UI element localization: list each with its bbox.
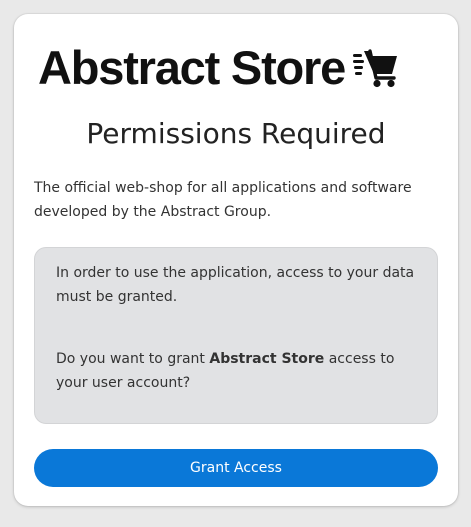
brand-logo: Abstract Store (38, 42, 399, 94)
brand-name: Abstract Store (38, 41, 346, 94)
notice-app-name: Abstract Store (209, 351, 325, 367)
grant-access-button[interactable]: Grant Access (34, 449, 438, 487)
permission-notice: In order to use the application, access … (34, 247, 438, 424)
store-description: The official web-shop for all applicatio… (34, 180, 412, 220)
shopping-cart-fast-icon (353, 49, 398, 88)
notice-text-grant-question: Do you want to grant Abstract Store acce… (56, 347, 417, 395)
permissions-card: Abstract Store Permissions Required The … (14, 14, 458, 506)
notice-text-data-access: In order to use the application, access … (56, 265, 415, 305)
notice-question-prefix: Do you want to grant (56, 351, 210, 367)
page-title: Permissions Required (86, 117, 386, 150)
